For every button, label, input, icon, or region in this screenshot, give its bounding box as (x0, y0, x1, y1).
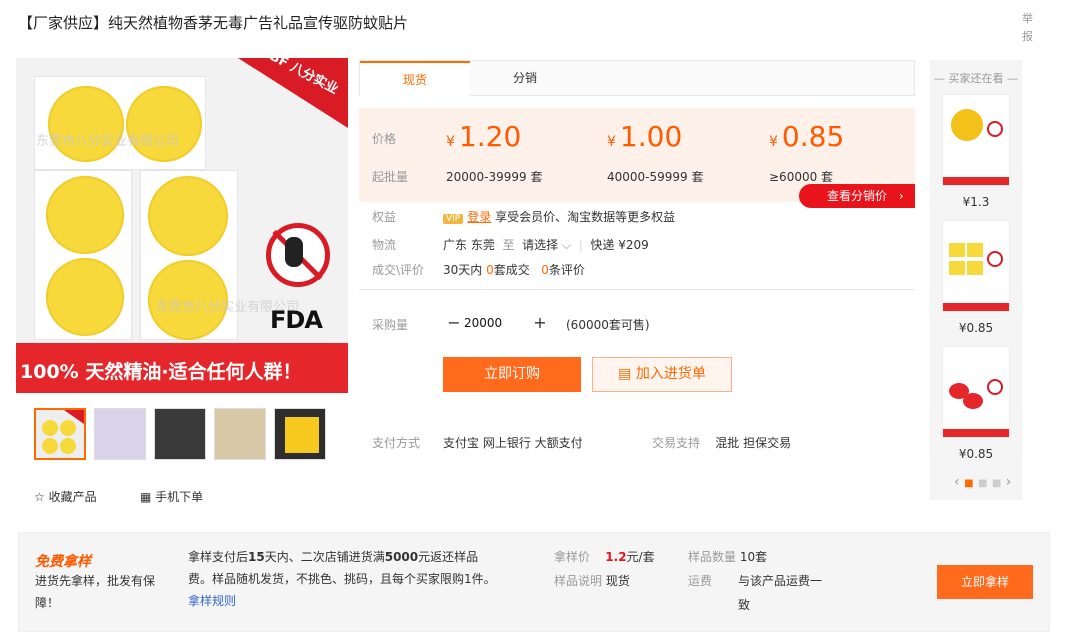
thumbnail-3[interactable] (154, 408, 206, 460)
deals-count: 0 (486, 263, 494, 277)
rights-row: 权益 VIP 登录 享受会员价、淘宝数据等更多权益 (372, 208, 675, 225)
rights-text: 享受会员价、淘宝数据等更多权益 (495, 210, 676, 224)
mobile-order-label: 手机下单 (155, 490, 204, 504)
sample-price-row: 拿样价 1.2元/套 (554, 550, 655, 564)
sample-qty-row: 样品数量 10套 (688, 550, 768, 564)
pager-dot[interactable]: ■ (978, 478, 987, 489)
divider (359, 289, 915, 290)
range-tier-1: 20000-39999 套 (446, 170, 543, 184)
rights-label: 权益 (372, 210, 397, 224)
trade-methods: 混批 担保交易 (715, 436, 792, 450)
mosquito-icon (285, 237, 303, 267)
view-distributor-price-button[interactable]: 查看分销价 › (799, 184, 915, 208)
side-product-1[interactable] (942, 94, 1010, 186)
qr-code-icon: ▦ (140, 490, 152, 504)
deals-row: 成交\评价 30天内 0套成交 0条评价 (372, 263, 585, 277)
logistics-row: 物流 广东 东莞 至 请选择 ⌵ | 快递 ¥209 (372, 238, 649, 252)
side-pager: ‹ ■ ■ ■ › (954, 474, 1011, 490)
price-tier-1: ¥1.20 (446, 120, 522, 153)
sticker-dot (148, 176, 228, 256)
to-label: 至 (502, 238, 515, 252)
chevron-right-icon[interactable]: › (1006, 474, 1012, 490)
pager-dot[interactable]: ■ (992, 478, 1001, 489)
tab-distribution[interactable]: 分销 (470, 61, 580, 96)
range-tier-3: ≥60000 套 (769, 170, 834, 184)
thumbnail-1[interactable] (34, 408, 86, 460)
payment-methods: 支付宝 网上银行 大额支付 (443, 436, 583, 450)
sample-freight-row: 运费 与该产品运费一 (688, 574, 823, 588)
qty-increase-button[interactable]: + (530, 313, 550, 333)
mobile-order-button[interactable]: ▦ 手机下单 (140, 488, 203, 505)
free-sample-subtitle: 进货先拿样，批发有保 障！ (35, 574, 156, 610)
qty-label: 采购量 (372, 318, 409, 332)
report-link[interactable]: 举报 (1022, 10, 1036, 46)
side-product-3[interactable] (942, 346, 1010, 438)
thumbnail-4[interactable] (214, 408, 266, 460)
chevron-right-icon: › (898, 189, 904, 203)
free-sample-description: 拿样支付后15天内、二次店铺进货满5000元返还样品 费。样品随机发货，不挑色、… (188, 546, 496, 612)
moq-label: 起批量 (372, 170, 409, 184)
destination-select[interactable]: 请选择 ⌵ (522, 238, 571, 252)
side-price-1: ¥1.3 (962, 195, 990, 209)
price-tier-2: ¥1.00 (607, 120, 683, 153)
sample-rules-link[interactable]: 拿样规则 (188, 590, 496, 612)
thumbnail-2[interactable] (94, 408, 146, 460)
available-qty: (60000套可售) (566, 318, 650, 332)
deals-label: 成交\评价 (372, 263, 425, 277)
logistics-label: 物流 (372, 238, 397, 252)
sticker-dot (126, 86, 202, 162)
sample-freight-row-2: 致 (738, 598, 751, 612)
trade-support-row: 交易支持 混批 担保交易 (652, 434, 791, 451)
sale-mode-tabs: 现货 分销 (359, 60, 915, 97)
range-tier-2: 40000-59999 套 (607, 170, 704, 184)
get-sample-button[interactable]: 立即拿样 (937, 565, 1033, 599)
login-link[interactable]: 登录 (467, 210, 491, 224)
pager-dot-active[interactable]: ■ (964, 478, 973, 489)
reviews-count: 0 (541, 263, 549, 277)
watermark: 东莞市八分实业有限公司 (36, 134, 180, 149)
shipping-fee: 快递 ¥209 (590, 238, 649, 252)
buy-now-button[interactable]: 立即订购 (443, 357, 581, 392)
sticker-dot (48, 86, 124, 162)
sticker-dot (46, 258, 124, 336)
trade-label: 交易支持 (652, 436, 701, 450)
clipboard-icon: ▤ (618, 366, 632, 382)
free-sample-panel (18, 532, 1050, 632)
chevron-left-icon[interactable]: ‹ (954, 474, 960, 490)
tab-stock[interactable]: 现货 (360, 61, 470, 97)
fda-logo: FDA (270, 306, 323, 334)
favorite-label: 收藏产品 (48, 490, 97, 504)
side-price-2: ¥0.85 (958, 321, 994, 335)
free-sample-logo: 免费拿样 (35, 554, 91, 570)
side-product-2[interactable] (942, 220, 1010, 312)
side-price-3: ¥0.85 (958, 447, 994, 461)
thumbnail-5[interactable] (274, 408, 326, 460)
sticker-dot (46, 176, 124, 254)
price-tier-3: ¥0.85 (769, 120, 845, 153)
origin: 广东 东莞 (443, 238, 495, 252)
main-product-image: 东莞市八分实业有限公司 东莞市八分实业有限公司 BF 八分实业 FDA (16, 58, 348, 392)
product-title: 【厂家供应】纯天然植物香茅无毒广告礼品宣传驱防蚊贴片 (18, 14, 409, 32)
chevron-down-icon: ⌵ (561, 238, 572, 252)
qty-decrease-button[interactable]: − (444, 313, 464, 333)
sample-note-row: 样品说明 现货 (554, 574, 630, 588)
favorite-button[interactable]: ☆ 收藏产品 (34, 488, 97, 505)
price-label: 价格 (372, 132, 397, 146)
vip-badge: VIP (443, 214, 464, 224)
promo-banner-text: 100% 天然精油·适合任何人群！ (20, 361, 302, 383)
qty-input[interactable] (464, 313, 528, 333)
also-viewing-title: — 买家还在看 — (934, 72, 1018, 85)
star-icon: ☆ (34, 490, 45, 504)
payment-row: 支付方式 支付宝 网上银行 大额支付 (372, 434, 583, 451)
add-to-cart-button[interactable]: ▤ 加入进货单 (592, 357, 732, 392)
payment-label: 支付方式 (372, 436, 421, 450)
